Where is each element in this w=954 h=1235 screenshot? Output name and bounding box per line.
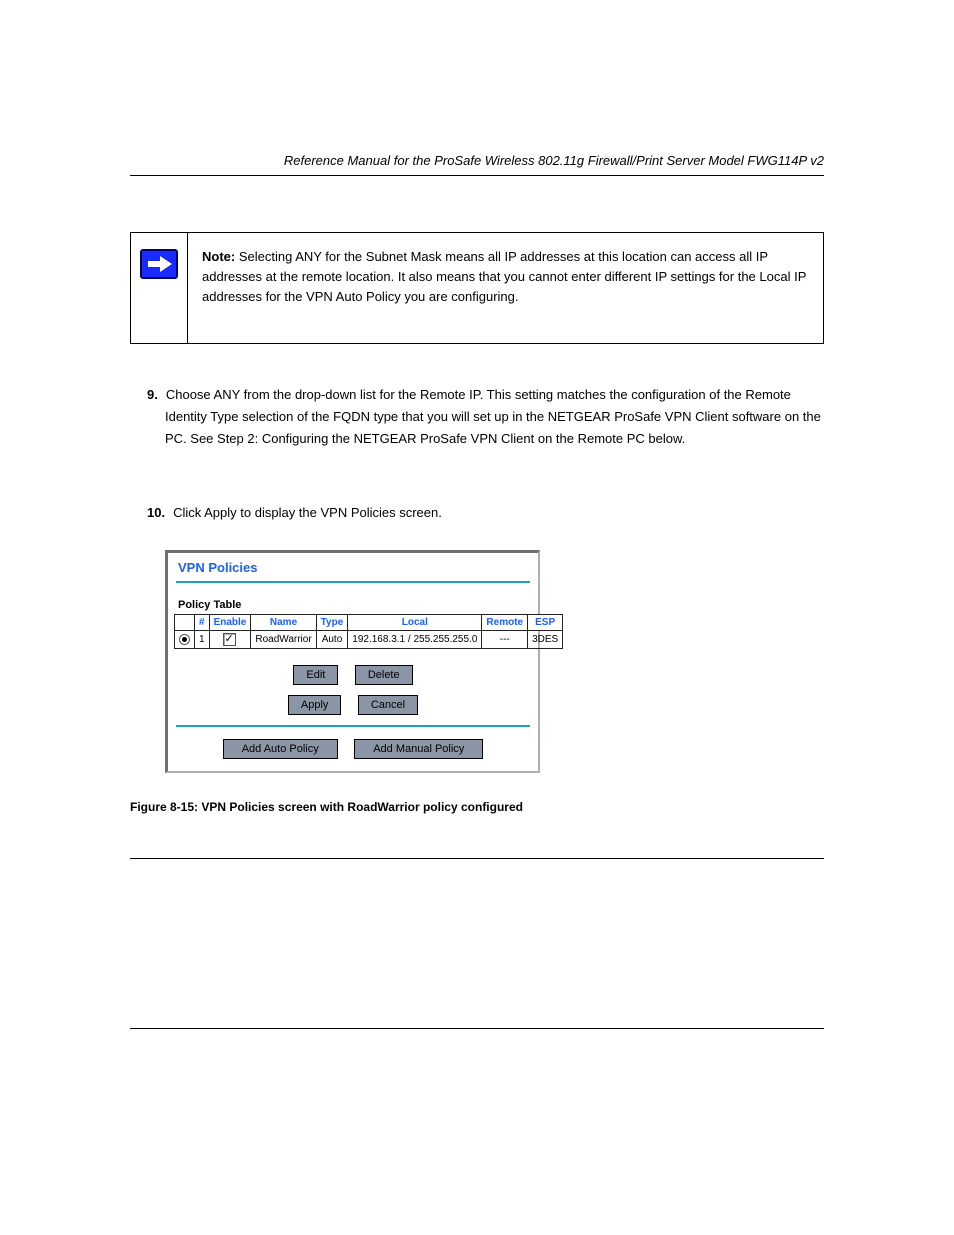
arrow-right-icon bbox=[140, 249, 178, 279]
step-number: 9. bbox=[147, 387, 158, 402]
delete-button[interactable]: Delete bbox=[355, 665, 413, 685]
col-name: Name bbox=[251, 615, 316, 631]
note-text: Note: Selecting ANY for the Subnet Mask … bbox=[188, 233, 823, 343]
apply-button[interactable]: Apply bbox=[288, 695, 342, 715]
add-manual-policy-button[interactable]: Add Manual Policy bbox=[354, 739, 483, 759]
cell-type: Auto bbox=[316, 631, 348, 649]
note-box: Note: Selecting ANY for the Subnet Mask … bbox=[130, 232, 824, 344]
table-row: 1 RoadWarrior Auto 192.168.3.1 / 255.255… bbox=[175, 631, 563, 649]
step-9-text: Choose ANY from the drop-down list for t… bbox=[165, 387, 821, 446]
panel-rule bbox=[176, 581, 530, 583]
col-number: # bbox=[195, 615, 210, 631]
cell-local: 192.168.3.1 / 255.255.255.0 bbox=[348, 631, 482, 649]
cell-name: RoadWarrior bbox=[251, 631, 316, 649]
page-header-title: Reference Manual for the ProSafe Wireles… bbox=[284, 153, 824, 168]
col-local: Local bbox=[348, 615, 482, 631]
row-select-radio[interactable] bbox=[179, 634, 190, 645]
policy-table: # Enable Name Type Local Remote ESP 1 Ro… bbox=[174, 614, 563, 649]
col-type: Type bbox=[316, 615, 348, 631]
col-enable: Enable bbox=[209, 615, 251, 631]
cell-esp: 3DES bbox=[528, 631, 563, 649]
figure-caption: Figure 8-15: VPN Policies screen with Ro… bbox=[130, 800, 523, 814]
step-9: 9.Choose ANY from the drop-down list for… bbox=[165, 384, 824, 450]
add-auto-policy-button[interactable]: Add Auto Policy bbox=[223, 739, 338, 759]
step-number: 10. bbox=[147, 505, 165, 520]
policy-table-heading: Policy Table bbox=[178, 599, 532, 611]
note-icon-cell bbox=[131, 233, 188, 343]
panel-rule-bottom bbox=[176, 725, 530, 727]
panel-title: VPN Policies bbox=[178, 560, 532, 575]
vpn-policies-screenshot: VPN Policies Policy Table # Enable Name … bbox=[165, 550, 540, 773]
cancel-button[interactable]: Cancel bbox=[358, 695, 418, 715]
cell-number: 1 bbox=[195, 631, 210, 649]
note-label: Note: bbox=[202, 249, 235, 264]
rule-1 bbox=[130, 858, 824, 859]
col-esp: ESP bbox=[528, 615, 563, 631]
header-rule bbox=[130, 175, 824, 176]
row-enable-checkbox[interactable] bbox=[223, 633, 236, 646]
note-body: Selecting ANY for the Subnet Mask means … bbox=[202, 249, 806, 304]
col-remote: Remote bbox=[482, 615, 528, 631]
col-select bbox=[175, 615, 195, 631]
cell-remote: --- bbox=[482, 631, 528, 649]
edit-button[interactable]: Edit bbox=[293, 665, 338, 685]
rule-2 bbox=[130, 1028, 824, 1029]
step-10: 10.Click Apply to display the VPN Polici… bbox=[165, 502, 824, 524]
step-10-text: Click Apply to display the VPN Policies … bbox=[173, 505, 442, 520]
table-header-row: # Enable Name Type Local Remote ESP bbox=[175, 615, 563, 631]
